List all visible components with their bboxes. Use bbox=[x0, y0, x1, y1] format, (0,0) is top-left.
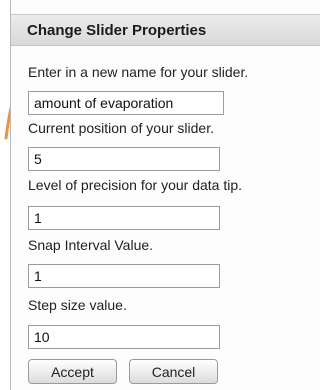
current-position-input[interactable] bbox=[28, 147, 220, 171]
snap-interval-label: Snap Interval Value. bbox=[28, 237, 154, 253]
slider-name-label: Enter in a new name for your slider. bbox=[28, 64, 249, 80]
precision-input[interactable] bbox=[28, 206, 220, 230]
step-size-input[interactable] bbox=[28, 325, 220, 349]
precision-label: Level of precision for your data tip. bbox=[28, 177, 243, 193]
cancel-button[interactable]: Cancel bbox=[129, 359, 218, 384]
current-position-label: Current position of your slider. bbox=[28, 120, 214, 136]
snap-interval-input[interactable] bbox=[28, 264, 220, 288]
accept-button[interactable]: Accept bbox=[28, 359, 117, 384]
step-size-label: Step size value. bbox=[28, 297, 127, 313]
dialog-title: Change Slider Properties bbox=[11, 14, 320, 46]
change-slider-properties-dialog: Change Slider Properties Enter in a new … bbox=[10, 0, 320, 390]
slider-name-input[interactable] bbox=[28, 91, 224, 115]
